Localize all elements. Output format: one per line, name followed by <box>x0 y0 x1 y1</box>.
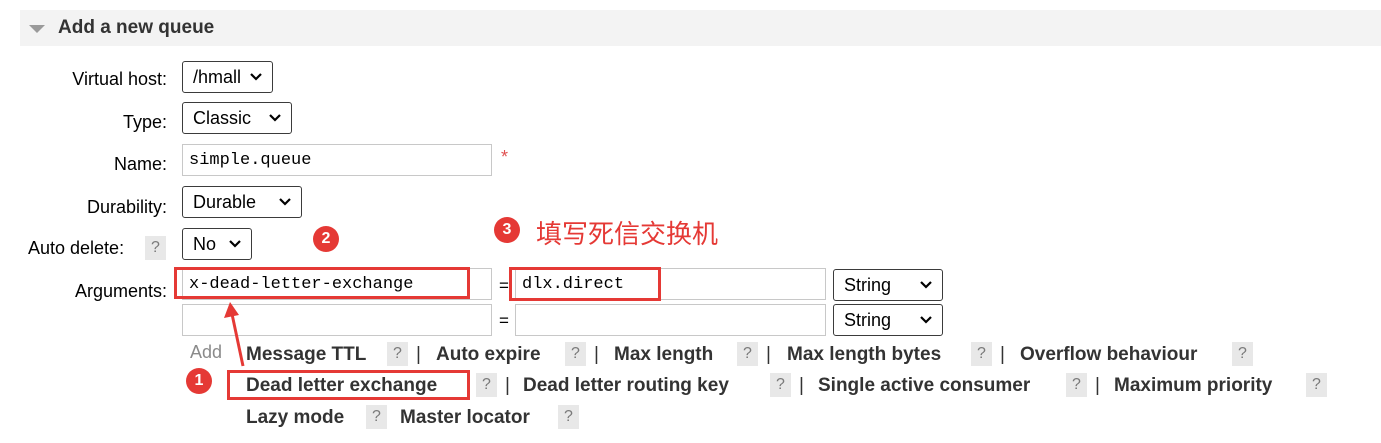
type-label: Type: <box>122 112 167 132</box>
help-icon[interactable]: ? <box>1306 373 1327 397</box>
help-icon[interactable]: ? <box>476 373 497 397</box>
collapse-triangle-icon[interactable] <box>29 25 45 33</box>
separator: | <box>1095 375 1100 396</box>
durability-value: Durable <box>193 191 257 212</box>
argument-type-value: String <box>844 309 892 330</box>
highlight-box-argument-value <box>509 267 661 301</box>
argument-value-input-empty[interactable] <box>515 304 826 336</box>
shortcut-maximum-priority[interactable]: Maximum priority <box>1114 375 1272 397</box>
section-header[interactable] <box>20 10 1381 46</box>
help-icon[interactable]: ? <box>366 405 387 429</box>
virtual-host-select[interactable]: /hmall <box>182 61 273 93</box>
section-title[interactable]: Add a new queue <box>58 17 214 39</box>
durability-select[interactable]: Durable <box>182 186 302 218</box>
separator: | <box>766 344 771 365</box>
add-argument-link[interactable]: Add <box>190 342 222 363</box>
chevron-down-icon <box>918 312 934 328</box>
help-icon[interactable]: ? <box>387 342 408 366</box>
chevron-down-icon <box>918 277 934 293</box>
shortcut-single-active-consumer[interactable]: Single active consumer <box>818 375 1030 397</box>
annotation-note: 填写死信交换机 <box>536 219 719 249</box>
chevron-down-icon <box>277 194 293 210</box>
durability-label: Durability: <box>86 197 167 217</box>
help-icon[interactable]: ? <box>1066 373 1087 397</box>
virtual-host-value: /hmall <box>193 66 242 87</box>
shortcut-message-ttl[interactable]: Message TTL <box>246 344 366 366</box>
chevron-down-icon <box>227 236 243 252</box>
help-icon[interactable]: ? <box>558 405 579 429</box>
separator: | <box>799 375 804 396</box>
argument-type-select[interactable]: String <box>833 269 943 301</box>
separator: | <box>594 344 599 365</box>
shortcut-overflow-behaviour[interactable]: Overflow behaviour <box>1020 344 1197 366</box>
marker-1: 1 <box>186 368 212 394</box>
auto-delete-help-icon[interactable]: ? <box>145 236 166 260</box>
shortcut-max-length-bytes[interactable]: Max length bytes <box>787 344 941 366</box>
help-icon[interactable]: ? <box>1232 342 1253 366</box>
highlight-box-dead-letter-exchange <box>227 370 470 400</box>
type-select[interactable]: Classic <box>182 102 292 134</box>
help-icon[interactable]: ? <box>971 342 992 366</box>
shortcut-dead-letter-routing-key[interactable]: Dead letter routing key <box>523 375 729 397</box>
name-input[interactable]: simple.queue <box>182 144 492 176</box>
arguments-label: Arguments: <box>74 281 167 301</box>
marker-3: 3 <box>494 217 520 243</box>
marker-2: 2 <box>313 226 339 252</box>
shortcut-lazy-mode[interactable]: Lazy mode <box>246 407 344 429</box>
separator: | <box>1000 344 1005 365</box>
required-marker: * <box>501 147 509 167</box>
help-icon[interactable]: ? <box>770 373 791 397</box>
shortcut-max-length[interactable]: Max length <box>614 344 713 366</box>
shortcut-master-locator[interactable]: Master locator <box>400 407 530 429</box>
shortcut-auto-expire[interactable]: Auto expire <box>436 344 541 366</box>
equals-sign: = <box>499 311 509 330</box>
argument-type-value: String <box>844 274 892 295</box>
separator: | <box>416 344 421 365</box>
chevron-down-icon <box>248 69 264 85</box>
virtual-host-label: Virtual host: <box>72 69 167 89</box>
highlight-box-argument-key <box>174 267 470 299</box>
help-icon[interactable]: ? <box>737 342 758 366</box>
argument-type-select[interactable]: String <box>833 304 943 336</box>
separator: | <box>505 375 510 396</box>
arrow-icon <box>224 302 245 367</box>
auto-delete-select[interactable]: No <box>182 228 252 260</box>
name-label: Name: <box>113 154 167 174</box>
type-value: Classic <box>193 107 252 128</box>
equals-sign: = <box>499 276 509 295</box>
chevron-down-icon <box>267 110 283 126</box>
help-icon[interactable]: ? <box>565 342 586 366</box>
auto-delete-label: Auto delete: <box>28 238 125 258</box>
auto-delete-value: No <box>193 233 217 254</box>
